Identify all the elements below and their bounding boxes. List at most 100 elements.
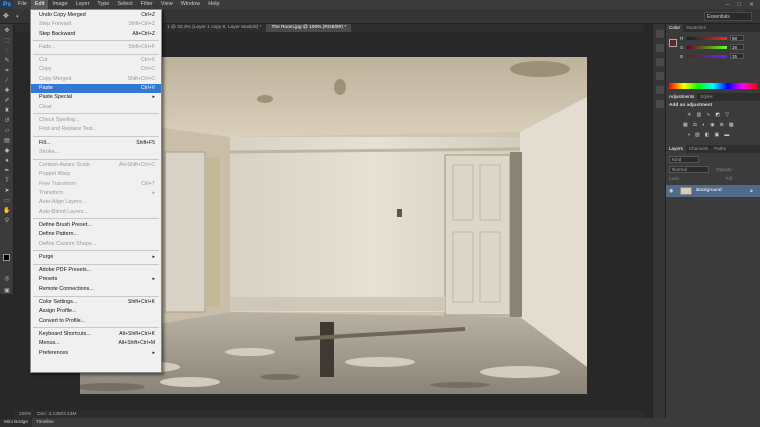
edit-menu-item-adobe-pdf-presets[interactable]: Adobe PDF Presets... bbox=[31, 266, 161, 275]
edit-menu-item-assign-profile[interactable]: Assign Profile... bbox=[31, 307, 161, 316]
info-icon[interactable] bbox=[656, 58, 664, 66]
menu-type[interactable]: Type bbox=[93, 0, 113, 9]
threshold-icon[interactable]: ◧ bbox=[705, 132, 710, 138]
tab-the-room[interactable]: The Room.jpg @ 100% (RGB/8#) * bbox=[266, 24, 352, 32]
green-value-input[interactable]: 38 bbox=[730, 44, 744, 50]
edit-menu-item-fill[interactable]: Fill... Shift+F5 bbox=[31, 139, 161, 148]
foreground-color-swatch[interactable] bbox=[3, 254, 10, 261]
character-icon[interactable] bbox=[656, 86, 664, 94]
slider-g[interactable]: G 38 bbox=[680, 44, 760, 50]
red-slider-track[interactable] bbox=[687, 36, 727, 40]
paragraph-icon[interactable] bbox=[656, 100, 664, 108]
tab-swatches[interactable]: Swatches bbox=[683, 24, 709, 32]
menu-filter[interactable]: Filter bbox=[137, 0, 157, 9]
menu-view[interactable]: View bbox=[157, 0, 177, 9]
edit-menu-item-step-backward[interactable]: Step Backward Alt+Ctrl+Z bbox=[31, 30, 161, 39]
history-brush-tool-icon[interactable]: ↺ bbox=[3, 118, 11, 124]
crop-tool-icon[interactable]: ⌗ bbox=[3, 68, 11, 74]
red-value-input[interactable]: 98 bbox=[730, 35, 744, 41]
maximize-button[interactable]: □ bbox=[737, 2, 741, 8]
shape-tool-icon[interactable]: ▭ bbox=[3, 198, 11, 204]
edit-menu-item-remote-connections[interactable]: Remote Connections... bbox=[31, 285, 161, 294]
exposure-icon[interactable]: ◩ bbox=[715, 112, 720, 118]
invert-icon[interactable]: ◑ bbox=[687, 132, 690, 138]
menu-select[interactable]: Select bbox=[113, 0, 136, 9]
quick-select-tool-icon[interactable]: ✎ bbox=[3, 58, 11, 64]
workspace-select[interactable]: Essentials bbox=[704, 12, 752, 21]
edit-menu-item-paste[interactable]: Paste Ctrl+V bbox=[31, 84, 161, 94]
edit-menu-item-menus[interactable]: Menus... Alt+Shift+Ctrl+M bbox=[31, 339, 161, 348]
brush-presets-icon[interactable] bbox=[656, 72, 664, 80]
eyedropper-tool-icon[interactable]: ⁄ bbox=[3, 78, 11, 84]
clone-stamp-tool-icon[interactable]: ♜ bbox=[3, 108, 11, 114]
photo-filter-icon[interactable]: ◉ bbox=[710, 122, 714, 128]
marquee-tool-icon[interactable]: ⬚ bbox=[3, 38, 11, 44]
channel-mixer-icon[interactable]: ⊕ bbox=[720, 122, 724, 128]
edit-menu-item-presets[interactable]: Presets ▸ bbox=[31, 275, 161, 284]
green-slider-track[interactable] bbox=[687, 45, 727, 49]
vibrance-icon[interactable]: ▽ bbox=[725, 112, 729, 118]
path-select-tool-icon[interactable]: ➤ bbox=[3, 188, 11, 194]
hand-tool-icon[interactable]: ✋ bbox=[3, 208, 11, 214]
gradient-tool-icon[interactable]: ▤ bbox=[3, 138, 11, 144]
levels-icon[interactable]: ▥ bbox=[696, 112, 701, 118]
tab-adjustments[interactable]: Adjustments bbox=[666, 93, 698, 101]
black-white-icon[interactable]: ◐ bbox=[702, 122, 705, 128]
dodge-tool-icon[interactable]: ● bbox=[3, 158, 11, 164]
selective-color-icon[interactable]: ▣ bbox=[715, 132, 720, 138]
zoom-tool-icon[interactable]: ⚲ bbox=[3, 218, 11, 224]
curves-icon[interactable]: ∿ bbox=[706, 112, 710, 118]
screen-mode-icon[interactable]: ▣ bbox=[3, 288, 11, 294]
fg-color-swatch[interactable] bbox=[669, 39, 677, 47]
tab-styles[interactable]: Styles bbox=[697, 93, 716, 101]
zoom-level[interactable]: 100% bbox=[19, 412, 31, 417]
lasso-tool-icon[interactable]: ◌ bbox=[3, 48, 11, 54]
pen-tool-icon[interactable]: ✒ bbox=[3, 168, 11, 174]
quick-mask-icon[interactable]: ◎ bbox=[3, 276, 11, 282]
color-lookup-icon[interactable]: ▩ bbox=[729, 122, 734, 128]
blue-slider-track[interactable] bbox=[687, 54, 727, 58]
menu-help[interactable]: Help bbox=[204, 0, 223, 9]
layer-filter-kind[interactable]: Kind bbox=[669, 156, 699, 163]
tab-channels[interactable]: Channels bbox=[686, 145, 711, 153]
type-tool-icon[interactable]: T bbox=[3, 178, 11, 184]
menu-file[interactable]: File bbox=[14, 0, 31, 9]
color-spectrum-ramp[interactable] bbox=[669, 83, 757, 89]
menu-layer[interactable]: Layer bbox=[72, 0, 94, 9]
slider-r[interactable]: R 98 bbox=[680, 35, 760, 41]
tab-document-1[interactable]: 1 @ 33.3% (Layer 1 copy 8, Layer Mask/8)… bbox=[162, 24, 266, 32]
menu-image[interactable]: Image bbox=[48, 0, 71, 9]
gradient-map-icon[interactable]: ▬ bbox=[724, 132, 729, 138]
posterize-icon[interactable]: ▨ bbox=[695, 132, 700, 138]
hue-saturation-icon[interactable]: ▦ bbox=[683, 122, 688, 128]
color-balance-icon[interactable]: ⚖ bbox=[693, 122, 697, 128]
eye-icon[interactable]: ◉ bbox=[669, 188, 673, 194]
blur-tool-icon[interactable]: ◆ bbox=[3, 148, 11, 154]
history-icon[interactable] bbox=[656, 30, 664, 38]
move-tool-icon[interactable]: ✥ bbox=[3, 28, 11, 34]
edit-menu-item-preferences[interactable]: Preferences ▸ bbox=[31, 349, 161, 358]
eraser-tool-icon[interactable]: ▱ bbox=[3, 128, 11, 134]
layer-name[interactable]: Background bbox=[696, 188, 722, 193]
move-tool-icon[interactable]: ✥ bbox=[3, 12, 13, 21]
blend-mode-select[interactable]: Normal bbox=[669, 166, 709, 173]
layer-row-background[interactable]: ◉ Background 🔒︎ bbox=[666, 185, 760, 197]
brush-tool-icon[interactable]: ✐ bbox=[3, 98, 11, 104]
minimize-button[interactable]: – bbox=[726, 2, 729, 8]
properties-icon[interactable] bbox=[656, 44, 664, 52]
chevron-down-icon[interactable]: ▾ bbox=[16, 14, 22, 20]
edit-menu-item-color-settings[interactable]: Color Settings... Shift+Ctrl+K bbox=[31, 298, 161, 307]
edit-menu-item-define-pattern[interactable]: Define Pattern... bbox=[31, 230, 161, 239]
tab-mini-bridge[interactable]: Mini Bridge bbox=[0, 418, 32, 427]
edit-menu-item-define-brush-preset[interactable]: Define Brush Preset... bbox=[31, 221, 161, 230]
edit-menu-item-purge[interactable]: Purge ▸ bbox=[31, 253, 161, 262]
healing-brush-tool-icon[interactable]: ✚ bbox=[3, 88, 11, 94]
edit-menu-item-undo-copy-merged[interactable]: Undo Copy Merged Ctrl+Z bbox=[31, 11, 161, 20]
edit-menu-item-keyboard-shortcuts[interactable]: Keyboard Shortcuts... Alt+Shift+Ctrl+K bbox=[31, 330, 161, 339]
tab-timeline[interactable]: Timeline bbox=[32, 418, 58, 427]
tab-paths[interactable]: Paths bbox=[711, 145, 729, 153]
close-button[interactable]: ✕ bbox=[749, 1, 754, 8]
tab-layers[interactable]: Layers bbox=[666, 145, 686, 153]
edit-menu-item-convert-to-profile[interactable]: Convert to Profile... bbox=[31, 317, 161, 326]
blue-value-input[interactable]: 35 bbox=[730, 53, 744, 59]
